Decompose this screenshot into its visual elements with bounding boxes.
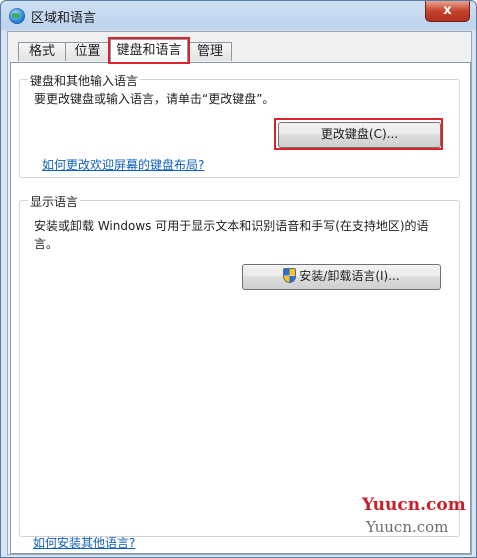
dialog-client: 格式 位置 键盘和语言 管理 键盘和其他输入语言 要更改键盘或输入语言，请单击“… — [7, 31, 472, 555]
dialog-window: 区域和语言 x 格式 位置 键盘和语言 管理 键盘和其他输入语言 要更改键盘或输… — [0, 0, 477, 558]
install-uninstall-languages-label: 安装/卸载语言(I)... — [299, 269, 400, 283]
tab-format[interactable]: 格式 — [18, 42, 66, 61]
watermark-brand-secondary: Yuucn.com — [366, 518, 449, 536]
globe-icon — [9, 8, 25, 24]
display-language-description-line2: 言。 — [34, 237, 59, 251]
install-uninstall-languages-button[interactable]: 安装/卸载语言(I)... — [242, 264, 441, 290]
keyboards-groupbox: 键盘和其他输入语言 要更改键盘或输入语言，请单击“更改键盘”。 更改键盘(C).… — [19, 72, 460, 178]
watermark-brand: Yuucn.com — [362, 495, 466, 515]
window-title: 区域和语言 — [31, 11, 97, 26]
keyboard-layout-help-link[interactable]: 如何更改欢迎屏幕的键盘布局? — [42, 156, 204, 173]
tab-administrative[interactable]: 管理 — [188, 42, 232, 61]
display-language-groupbox: 显示语言 安装或卸载 Windows 可用于显示文本和识别语音和手写(在支持地区… — [19, 193, 460, 537]
tab-keyboards-languages[interactable]: 键盘和语言 — [108, 37, 190, 64]
display-language-group-title: 显示语言 — [28, 193, 81, 210]
keyboards-group-title: 键盘和其他输入语言 — [28, 72, 141, 89]
close-button[interactable]: x — [425, 1, 470, 22]
tab-location[interactable]: 位置 — [65, 42, 110, 61]
highlight-box — [274, 118, 443, 150]
keyboards-description: 要更改键盘或输入语言，请单击“更改键盘”。 — [34, 92, 275, 106]
uac-shield-icon — [283, 268, 297, 283]
tab-panel: 键盘和其他输入语言 要更改键盘或输入语言，请单击“更改键盘”。 更改键盘(C).… — [10, 62, 471, 554]
install-other-languages-link[interactable]: 如何安装其他语言? — [33, 534, 135, 551]
title-bar[interactable]: 区域和语言 x — [1, 1, 476, 31]
display-language-description-line1: 安装或卸载 Windows 可用于显示文本和识别语音和手写(在支持地区)的语 — [34, 219, 429, 233]
